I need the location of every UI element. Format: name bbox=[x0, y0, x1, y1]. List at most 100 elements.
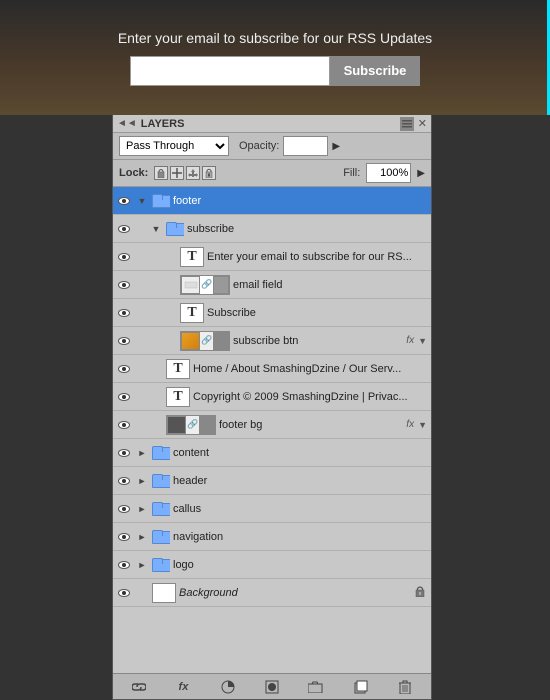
layer-name-home-links: Home / About SmashingDzine / Our Serv... bbox=[193, 363, 431, 375]
layer-row-navigation[interactable]: ► navigation bbox=[113, 523, 431, 551]
eye-icon-footer[interactable] bbox=[113, 187, 135, 215]
lock-all-icon[interactable] bbox=[202, 166, 216, 180]
orange-thumb-subscribe-btn: 🔗 bbox=[180, 331, 230, 351]
eye-icon-background[interactable] bbox=[113, 579, 135, 607]
expand-arrow-navigation[interactable]: ► bbox=[135, 532, 149, 542]
expand-arrow-logo[interactable]: ► bbox=[135, 560, 149, 570]
folder-thumb-header bbox=[152, 471, 170, 491]
fill-arrow[interactable]: ▶ bbox=[417, 168, 425, 179]
opacity-arrow[interactable]: ▶ bbox=[332, 141, 340, 152]
new-layer-button[interactable] bbox=[350, 677, 372, 697]
layer-name-footer-bg: footer bg bbox=[219, 419, 406, 431]
folder-thumb-content bbox=[152, 443, 170, 463]
blend-mode-row: Pass Through Normal Multiply Screen Opac… bbox=[113, 133, 431, 160]
layer-name-subscribe-text: Subscribe bbox=[207, 307, 431, 319]
banner-title: Enter your email to subscribe for our RS… bbox=[118, 30, 432, 46]
lock-pixels-icon[interactable] bbox=[154, 166, 168, 180]
eye-icon-subscribe-btn[interactable] bbox=[113, 327, 135, 355]
layer-row-callus[interactable]: ►callus bbox=[113, 495, 431, 523]
text-thumb-home-links: T bbox=[166, 359, 190, 379]
layer-row-content[interactable]: ► content bbox=[113, 439, 431, 467]
eye-icon-subscribe-text[interactable] bbox=[113, 299, 135, 327]
panel-menu-icon[interactable] bbox=[400, 117, 414, 131]
fill-input[interactable] bbox=[366, 163, 411, 183]
eye-icon-navigation[interactable] bbox=[113, 523, 135, 551]
folder-thumb-logo bbox=[152, 555, 170, 575]
link-button[interactable] bbox=[128, 677, 150, 697]
fx-button[interactable]: fx bbox=[172, 677, 194, 697]
lock-position-icon[interactable] bbox=[170, 166, 184, 180]
layer-lock-icon-background bbox=[415, 585, 425, 600]
subscribe-button[interactable]: Subscribe bbox=[330, 56, 421, 86]
expand-arrow-callus[interactable]: ► bbox=[135, 504, 149, 514]
layer-name-copyright: Copyright © 2009 SmashingDzine | Privac.… bbox=[193, 391, 431, 403]
expand-arrow-footer[interactable]: ▼ bbox=[135, 196, 149, 206]
fx-arrow-footer-bg[interactable]: ▼ bbox=[418, 420, 427, 430]
fx-arrow-subscribe-btn[interactable]: ▼ bbox=[418, 336, 427, 346]
layer-row-home-links[interactable]: THome / About SmashingDzine / Our Serv..… bbox=[113, 355, 431, 383]
layer-name-logo: logo bbox=[173, 559, 431, 571]
expand-arrow-content[interactable]: ► bbox=[135, 448, 149, 458]
layer-name-footer: footer bbox=[173, 195, 431, 207]
layer-name-email-field: email field bbox=[233, 279, 431, 291]
eye-icon-callus[interactable] bbox=[113, 495, 135, 523]
layer-name-content: content bbox=[173, 447, 431, 459]
expand-arrow-subscribe[interactable]: ▼ bbox=[149, 224, 163, 234]
eye-icon-home-links[interactable] bbox=[113, 355, 135, 383]
eye-icon-content[interactable] bbox=[113, 439, 135, 467]
layer-row-header[interactable]: ► header bbox=[113, 467, 431, 495]
eye-icon-subscribe[interactable] bbox=[113, 215, 135, 243]
folder-thumb-navigation bbox=[152, 527, 170, 547]
text-thumb-subscribe-text: T bbox=[180, 303, 204, 323]
eye-icon-email-text[interactable] bbox=[113, 243, 135, 271]
layer-name-background: Background bbox=[179, 587, 415, 599]
fx-badge-subscribe-btn: fx bbox=[406, 335, 414, 346]
mask-button[interactable] bbox=[261, 677, 283, 697]
layer-name-header: header bbox=[173, 475, 431, 487]
eye-icon-header[interactable] bbox=[113, 467, 135, 495]
panel-title-group: ◄◄ LAYERS bbox=[117, 118, 184, 130]
text-thumb-copyright: T bbox=[166, 387, 190, 407]
layer-row-email-field[interactable]: 🔗email field bbox=[113, 271, 431, 299]
bg-thumb-background bbox=[152, 583, 176, 603]
dark-thumb-footer-bg: 🔗 bbox=[166, 415, 216, 435]
banner: Enter your email to subscribe for our RS… bbox=[0, 0, 550, 115]
expand-arrow-header[interactable]: ► bbox=[135, 476, 149, 486]
delete-layer-button[interactable] bbox=[394, 677, 416, 697]
blend-mode-select[interactable]: Pass Through Normal Multiply Screen bbox=[119, 136, 229, 156]
folder-thumb-footer bbox=[152, 191, 170, 211]
eye-icon-email-field[interactable] bbox=[113, 271, 135, 299]
layer-row-footer[interactable]: ▼ footer bbox=[113, 187, 431, 215]
lock-icons-group bbox=[154, 166, 216, 180]
folder-thumb-subscribe bbox=[166, 219, 184, 239]
lock-move-icon[interactable] bbox=[186, 166, 200, 180]
banner-input-row: Subscribe bbox=[130, 56, 421, 86]
image-thumb-email-field: 🔗 bbox=[180, 275, 230, 295]
layer-row-email-text[interactable]: TEnter your email to subscribe for our R… bbox=[113, 243, 431, 271]
layer-name-navigation: navigation bbox=[173, 531, 431, 543]
layers-list[interactable]: ▼footer▼subscribeTEnter your email to su… bbox=[113, 187, 431, 673]
layer-row-footer-bg[interactable]: 🔗footer bgfx▼ bbox=[113, 411, 431, 439]
layer-row-subscribe-text[interactable]: TSubscribe bbox=[113, 299, 431, 327]
adjustment-button[interactable] bbox=[217, 677, 239, 697]
layer-row-logo[interactable]: ► logo bbox=[113, 551, 431, 579]
layer-name-email-text: Enter your email to subscribe for our RS… bbox=[207, 251, 431, 263]
fill-label: Fill: bbox=[343, 167, 360, 179]
panel-titlebar: ◄◄ LAYERS ✕ bbox=[113, 115, 431, 133]
eye-icon-footer-bg[interactable] bbox=[113, 411, 135, 439]
opacity-input[interactable]: 100% bbox=[283, 136, 328, 156]
layer-row-subscribe-btn[interactable]: 🔗subscribe btnfx▼ bbox=[113, 327, 431, 355]
panel-close-button[interactable]: ✕ bbox=[418, 117, 427, 130]
new-group-button[interactable] bbox=[305, 677, 327, 697]
layer-row-copyright[interactable]: TCopyright © 2009 SmashingDzine | Privac… bbox=[113, 383, 431, 411]
eye-icon-logo[interactable] bbox=[113, 551, 135, 579]
layer-name-subscribe: subscribe bbox=[187, 223, 431, 235]
panel-collapse-arrows[interactable]: ◄◄ bbox=[117, 118, 137, 129]
layer-row-background[interactable]: Background bbox=[113, 579, 431, 607]
eye-icon-copyright[interactable] bbox=[113, 383, 135, 411]
panel-toolbar: fx bbox=[113, 673, 431, 699]
email-input[interactable] bbox=[130, 56, 330, 86]
lock-row: Lock: Fill: ▶ bbox=[113, 160, 431, 187]
layer-row-subscribe[interactable]: ▼ subscribe bbox=[113, 215, 431, 243]
folder-thumb-callus bbox=[152, 499, 170, 519]
